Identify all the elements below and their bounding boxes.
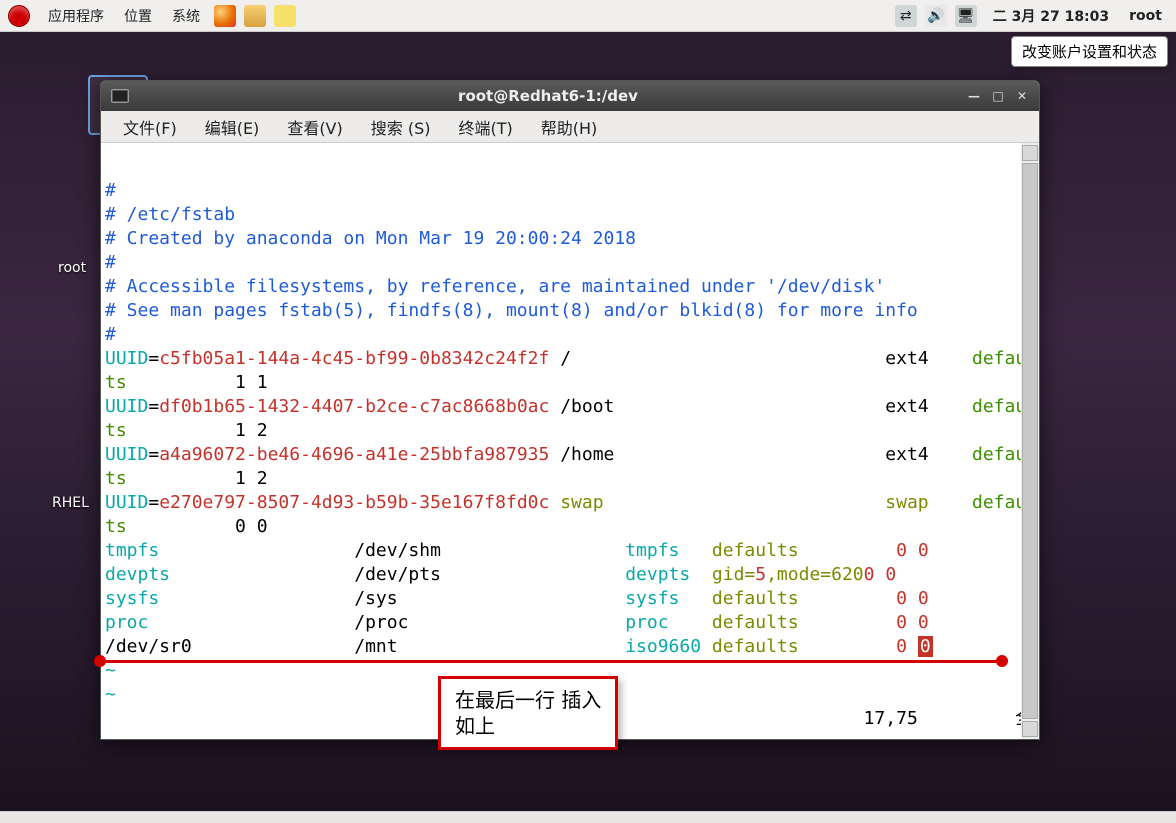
- menu-edit[interactable]: 编辑(E): [191, 115, 274, 139]
- file-manager-icon[interactable]: [244, 5, 266, 27]
- desktop-label-root: root: [58, 260, 86, 276]
- firefox-icon[interactable]: [214, 5, 236, 27]
- panel-menu-places[interactable]: 位置: [114, 6, 162, 26]
- terminal-scrollbar[interactable]: [1021, 143, 1039, 739]
- top-panel: 应用程序 位置 系统 ⇄ 🔊 🖥 二 3月 27 18:03 root: [0, 0, 1176, 32]
- terminal-body: # # /etc/fstab # Created by anaconda on …: [101, 143, 1039, 739]
- volume-icon[interactable]: 🔊: [925, 5, 947, 27]
- scroll-thumb[interactable]: [1022, 163, 1038, 719]
- terminal-icon: [111, 89, 129, 103]
- panel-menu-system[interactable]: 系统: [162, 6, 210, 26]
- desktop-label-rhel: RHEL: [52, 495, 89, 511]
- menu-help[interactable]: 帮助(H): [527, 115, 612, 139]
- display-icon[interactable]: 🖥: [955, 5, 977, 27]
- notes-icon[interactable]: [274, 5, 296, 27]
- menu-terminal[interactable]: 终端(T): [444, 115, 526, 139]
- network-icon[interactable]: ⇄: [895, 5, 917, 27]
- menu-file[interactable]: 文件(F): [109, 115, 191, 139]
- terminal-window: root@Redhat6-1:/dev — □ ✕ 文件(F) 编辑(E) 查看…: [100, 80, 1040, 740]
- clock-text[interactable]: 二 3月 27 18:03: [981, 6, 1121, 26]
- annotation-dot-right: [996, 655, 1008, 667]
- panel-menu-applications[interactable]: 应用程序: [38, 6, 114, 26]
- minimize-button[interactable]: —: [965, 88, 983, 104]
- menu-search[interactable]: 搜索 (S): [357, 115, 445, 139]
- window-titlebar[interactable]: root@Redhat6-1:/dev — □ ✕: [101, 81, 1039, 111]
- close-button[interactable]: ✕: [1013, 88, 1031, 104]
- user-menu[interactable]: root: [1121, 8, 1176, 24]
- maximize-button[interactable]: □: [989, 88, 1007, 104]
- user-menu-tooltip: 改变账户设置和状态: [1011, 36, 1168, 67]
- scroll-up-button[interactable]: [1022, 145, 1038, 161]
- scroll-down-button[interactable]: [1022, 721, 1038, 737]
- annotation-box: 在最后一行 插入 如上: [438, 676, 618, 750]
- terminal-text[interactable]: # # /etc/fstab # Created by anaconda on …: [101, 143, 1021, 739]
- bottom-panel[interactable]: [0, 811, 1176, 823]
- annotation-text-2: 如上: [455, 713, 601, 739]
- redhat-logo-icon[interactable]: [8, 5, 30, 27]
- window-menubar: 文件(F) 编辑(E) 查看(V) 搜索 (S) 终端(T) 帮助(H): [101, 111, 1039, 143]
- annotation-line: [100, 660, 1000, 663]
- annotation-text-1: 在最后一行 插入: [455, 687, 601, 713]
- menu-view[interactable]: 查看(V): [273, 115, 356, 139]
- window-title: root@Redhat6-1:/dev: [139, 87, 957, 105]
